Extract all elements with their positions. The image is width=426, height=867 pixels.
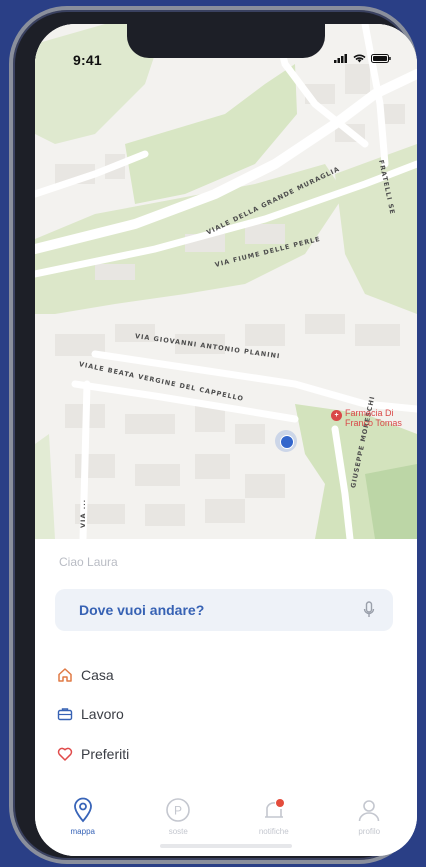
- parking-icon: P: [166, 798, 191, 822]
- street-label: VIA ...: [79, 498, 87, 528]
- poi-name-line1: Farmacia Di: [345, 408, 394, 418]
- pharmacy-poi[interactable]: + Farmacia Di Franco Tomas: [331, 408, 402, 428]
- current-location-dot: [275, 430, 297, 452]
- search-placeholder: Dove vuoi andare?: [79, 602, 205, 618]
- tab-label: soste: [168, 827, 188, 836]
- home-icon: [58, 668, 72, 682]
- heart-icon: [57, 747, 73, 761]
- shortcut-label: Lavoro: [81, 706, 124, 722]
- notification-badge: [275, 799, 284, 807]
- shortcut-label: Casa: [81, 667, 114, 683]
- microphone-icon[interactable]: [363, 601, 375, 619]
- wifi-icon: [353, 54, 366, 63]
- pharmacy-icon: +: [331, 410, 342, 421]
- shortcut-preferiti[interactable]: Preferiti: [57, 746, 129, 762]
- briefcase-icon: [57, 708, 73, 721]
- map-pin-icon: [73, 797, 92, 823]
- bottom-sheet: Ciao Laura Dove vuoi andare? Casa Lavoro: [35, 539, 417, 856]
- shortcut-label: Preferiti: [81, 746, 130, 762]
- poi-name-line2: Franco Tomas: [345, 418, 402, 428]
- home-indicator: [160, 844, 292, 848]
- shortcut-lavoro[interactable]: Lavoro: [57, 706, 124, 722]
- battery-icon: [371, 54, 391, 63]
- shortcut-casa[interactable]: Casa: [57, 667, 114, 683]
- signal-icon: [334, 54, 347, 63]
- tab-profilo[interactable]: profilo: [322, 791, 418, 856]
- tab-label: notifiche: [258, 827, 289, 836]
- status-icons: [334, 54, 391, 63]
- tab-mappa[interactable]: mappa: [35, 791, 131, 856]
- svg-text:P: P: [174, 804, 182, 818]
- map-view[interactable]: VIALE DELLA GRANDE MURAGLIA VIA FIUME DE…: [35, 24, 417, 539]
- notch: [127, 24, 325, 58]
- destination-search[interactable]: Dove vuoi andare?: [55, 589, 393, 631]
- phone-screen: 9:41 VIALE DELLA GRANDE MURAGLIA VIA FIU…: [35, 24, 417, 856]
- greeting-text: Ciao Laura: [59, 555, 118, 569]
- tab-label: profilo: [358, 827, 381, 836]
- status-time: 9:41: [73, 52, 102, 68]
- user-icon: [358, 800, 380, 822]
- bell-icon: [264, 799, 284, 818]
- tab-label: mappa: [70, 827, 95, 836]
